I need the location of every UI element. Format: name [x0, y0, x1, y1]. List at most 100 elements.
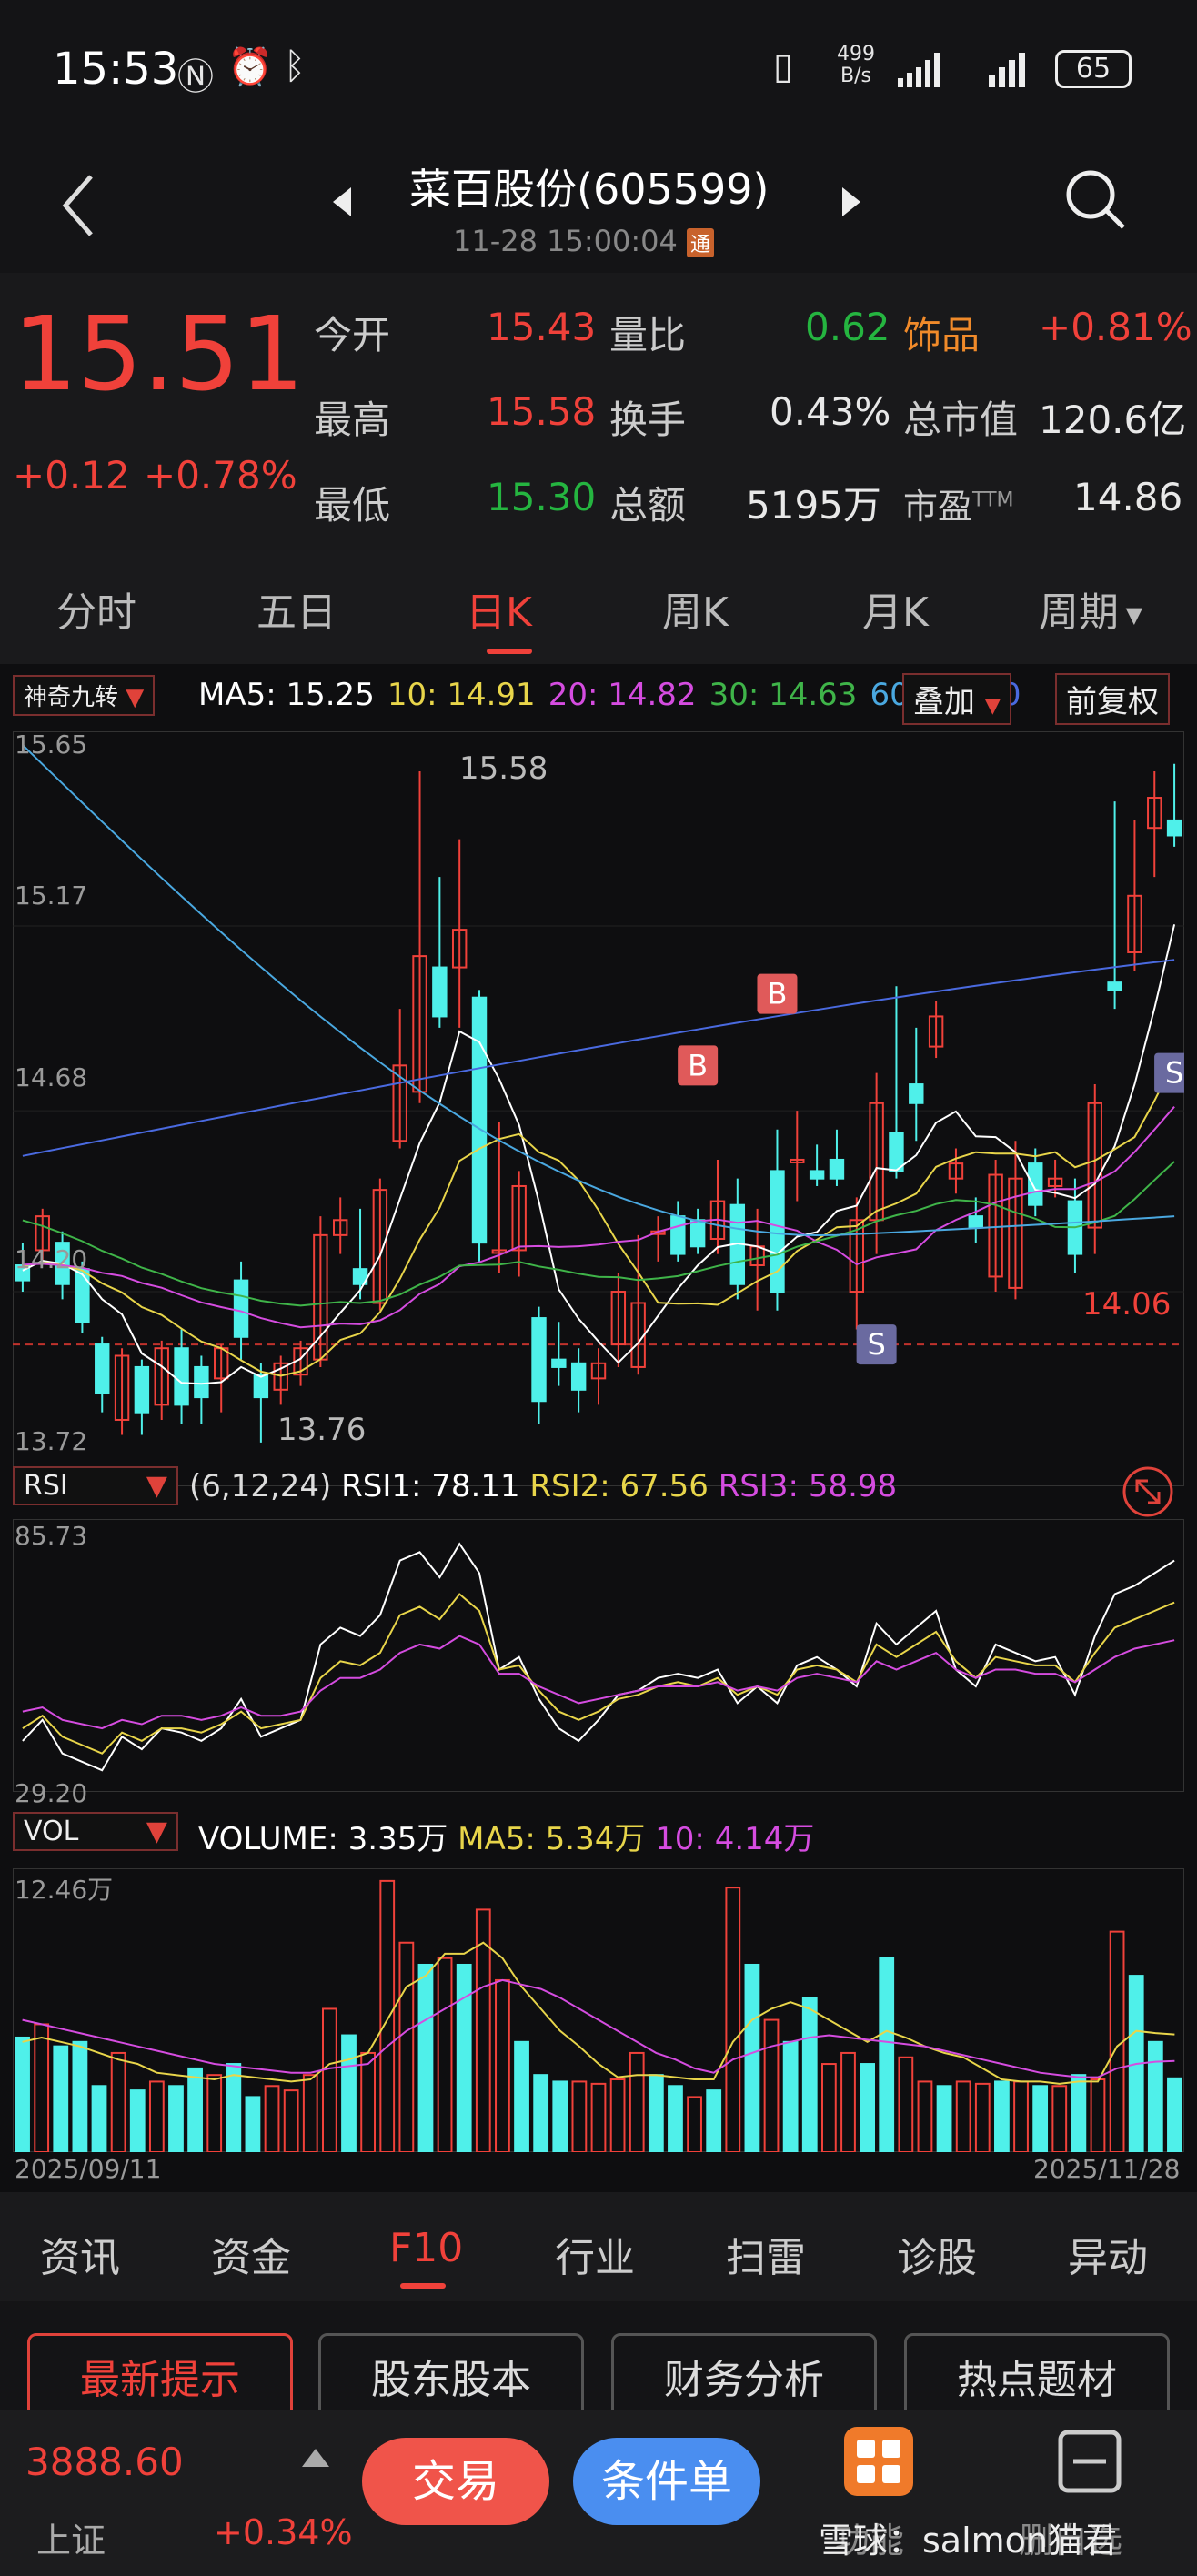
tab-intraday[interactable]: 分时 — [56, 579, 136, 638]
volume-bar — [379, 1879, 396, 2152]
active-tab-indicator — [487, 649, 532, 654]
value-turnover: 0.43% — [770, 389, 891, 434]
dropdown-icon: ▼ — [1119, 602, 1143, 628]
battery-icon: 65 — [1055, 50, 1132, 88]
conditional-order-button[interactable]: 条件单 — [573, 2438, 760, 2525]
adjust-button[interactable]: 前复权 — [1055, 673, 1170, 725]
volume-bar — [1167, 2077, 1182, 2152]
candle-body — [471, 996, 488, 1244]
volume-bar — [1051, 2085, 1068, 2152]
index-value[interactable]: 3888.60 — [25, 2440, 184, 2484]
value-mkt-cap: 120.6亿 — [1039, 397, 1187, 442]
trade-button[interactable]: 交易 — [362, 2438, 549, 2525]
tab-anomaly[interactable]: 异动 — [1068, 2225, 1148, 2283]
volume-bar — [110, 2051, 126, 2152]
connect-badge: 通 — [687, 228, 715, 257]
ma-legend-item: 10: 14.91 — [387, 677, 536, 713]
rsi-y-top: 85.73 — [15, 1521, 88, 1551]
y-label-5: 13.72 — [15, 1426, 88, 1456]
search-icon[interactable] — [1060, 164, 1132, 236]
ma-legend-item: 20: 14.82 — [548, 677, 697, 713]
tab-diagnose[interactable]: 诊股 — [897, 2225, 977, 2283]
bluetooth-icon: ᛒ — [284, 45, 306, 87]
rsi-select[interactable]: RSI ▼ — [13, 1466, 178, 1505]
vol-y-top: 12.46万 — [15, 1875, 114, 1905]
label-pe: 市盈TTM — [903, 487, 1014, 527]
candle-body — [809, 1170, 825, 1180]
tab-industry[interactable]: 行业 — [555, 2225, 635, 2283]
volume-bar — [302, 2074, 318, 2152]
candle-body — [829, 1158, 845, 1180]
date-start: 2025/09/11 — [15, 2154, 162, 2184]
volume-bar — [706, 2089, 722, 2152]
sector-name[interactable]: 饰品 — [903, 305, 980, 360]
low-price-label: 13.76 — [277, 1412, 367, 1448]
volume-bar — [514, 2040, 529, 2152]
back-icon[interactable] — [56, 169, 102, 242]
next-stock-icon[interactable] — [837, 184, 864, 220]
kline-chart[interactable]: B B S S — [13, 731, 1184, 1486]
volume-bar — [168, 2085, 184, 2152]
vol-legend: VOLUME: 3.35万 MA5: 5.34万 10: 4.14万 — [198, 1821, 815, 1857]
volume-bar — [725, 1887, 741, 2152]
volume-bar — [1013, 2080, 1029, 2152]
candle-body — [909, 1083, 924, 1104]
price-change: +0.12 — [13, 453, 130, 498]
volume-bar — [15, 2036, 30, 2152]
clock: 15:53 — [53, 44, 179, 95]
tab-weekly-k[interactable]: 周K — [662, 579, 729, 638]
tab-funds[interactable]: 资金 — [211, 2225, 291, 2283]
expand-up-icon[interactable] — [300, 2447, 331, 2469]
alarm-icon: ⏰ — [227, 46, 273, 88]
vol-select[interactable]: VOL ▼ — [13, 1812, 178, 1851]
y-label-2: 15.17 — [15, 880, 88, 911]
candle-body — [174, 1347, 189, 1406]
volume-bar — [206, 2074, 223, 2152]
tab-news[interactable]: 资讯 — [40, 2225, 120, 2283]
volume-bar — [687, 2096, 702, 2152]
label-amount: 总额 — [609, 483, 687, 528]
price-change-pct: +0.78% — [144, 453, 297, 498]
delete-watchlist-icon[interactable] — [1055, 2427, 1124, 2496]
prev-stock-icon[interactable] — [329, 184, 357, 220]
indicator-select[interactable]: 神奇九转 ▼ — [13, 675, 156, 716]
expand-icon[interactable] — [1121, 1464, 1175, 1519]
candle-body — [531, 1317, 547, 1403]
candle-body — [95, 1343, 110, 1394]
f10-chips: 最新提示 股东股本 财务分析 热点题材 — [0, 2301, 1197, 2428]
tab-daily-k[interactable]: 日K — [466, 579, 532, 638]
volume-bar — [668, 2085, 683, 2152]
candle-body — [134, 1365, 150, 1414]
volume-bar — [552, 2080, 568, 2152]
volume-bar — [264, 2085, 280, 2152]
ma120-line — [22, 959, 1175, 1157]
volume-bar — [840, 2051, 856, 2152]
function-icon[interactable] — [844, 2427, 913, 2496]
period-tabs: 分时 五日 日K 周K 月K 周期 ▼ — [0, 550, 1197, 664]
info-tabs: 资讯 资金 F10 行业 扫雷 诊股 异动 — [0, 2192, 1197, 2301]
candle-body — [1107, 981, 1122, 991]
volume-bar — [898, 2056, 914, 2152]
volume-bar — [283, 2089, 299, 2152]
tab-monthly-k[interactable]: 月K — [862, 579, 929, 638]
rsi1-line — [22, 1542, 1175, 1772]
ref-price-label: 14.06 — [1082, 1286, 1172, 1323]
overlay-button[interactable]: 叠加 ▼ — [902, 673, 1011, 725]
volume-bar — [360, 2051, 377, 2152]
label-low: 最低 — [314, 483, 391, 528]
tab-period[interactable]: 周期 ▼ — [1039, 579, 1142, 638]
vibrate-icon: ▯ — [773, 45, 794, 87]
status-bar: 15:53 Ⓝ ⏰ ᛒ ▯ 499 B/s 65 — [0, 0, 1197, 136]
candle-body — [551, 1358, 567, 1368]
tab-five-day[interactable]: 五日 — [256, 579, 337, 638]
tab-risk-scan[interactable]: 扫雷 — [726, 2225, 806, 2283]
volume-bar — [629, 2051, 645, 2152]
ma-legend-item: MA5: 15.25 — [198, 677, 375, 713]
active-info-tab-indicator — [400, 2283, 446, 2289]
y-label-1: 15.65 — [15, 730, 88, 760]
watermark: 雪球：salmon猫君 — [819, 2521, 1117, 2561]
value-amount: 5195万 — [746, 483, 881, 528]
signal-label: B — [688, 1048, 708, 1082]
rsi-frame — [13, 1519, 1184, 1792]
tab-f10[interactable]: F10 — [389, 2225, 463, 2271]
